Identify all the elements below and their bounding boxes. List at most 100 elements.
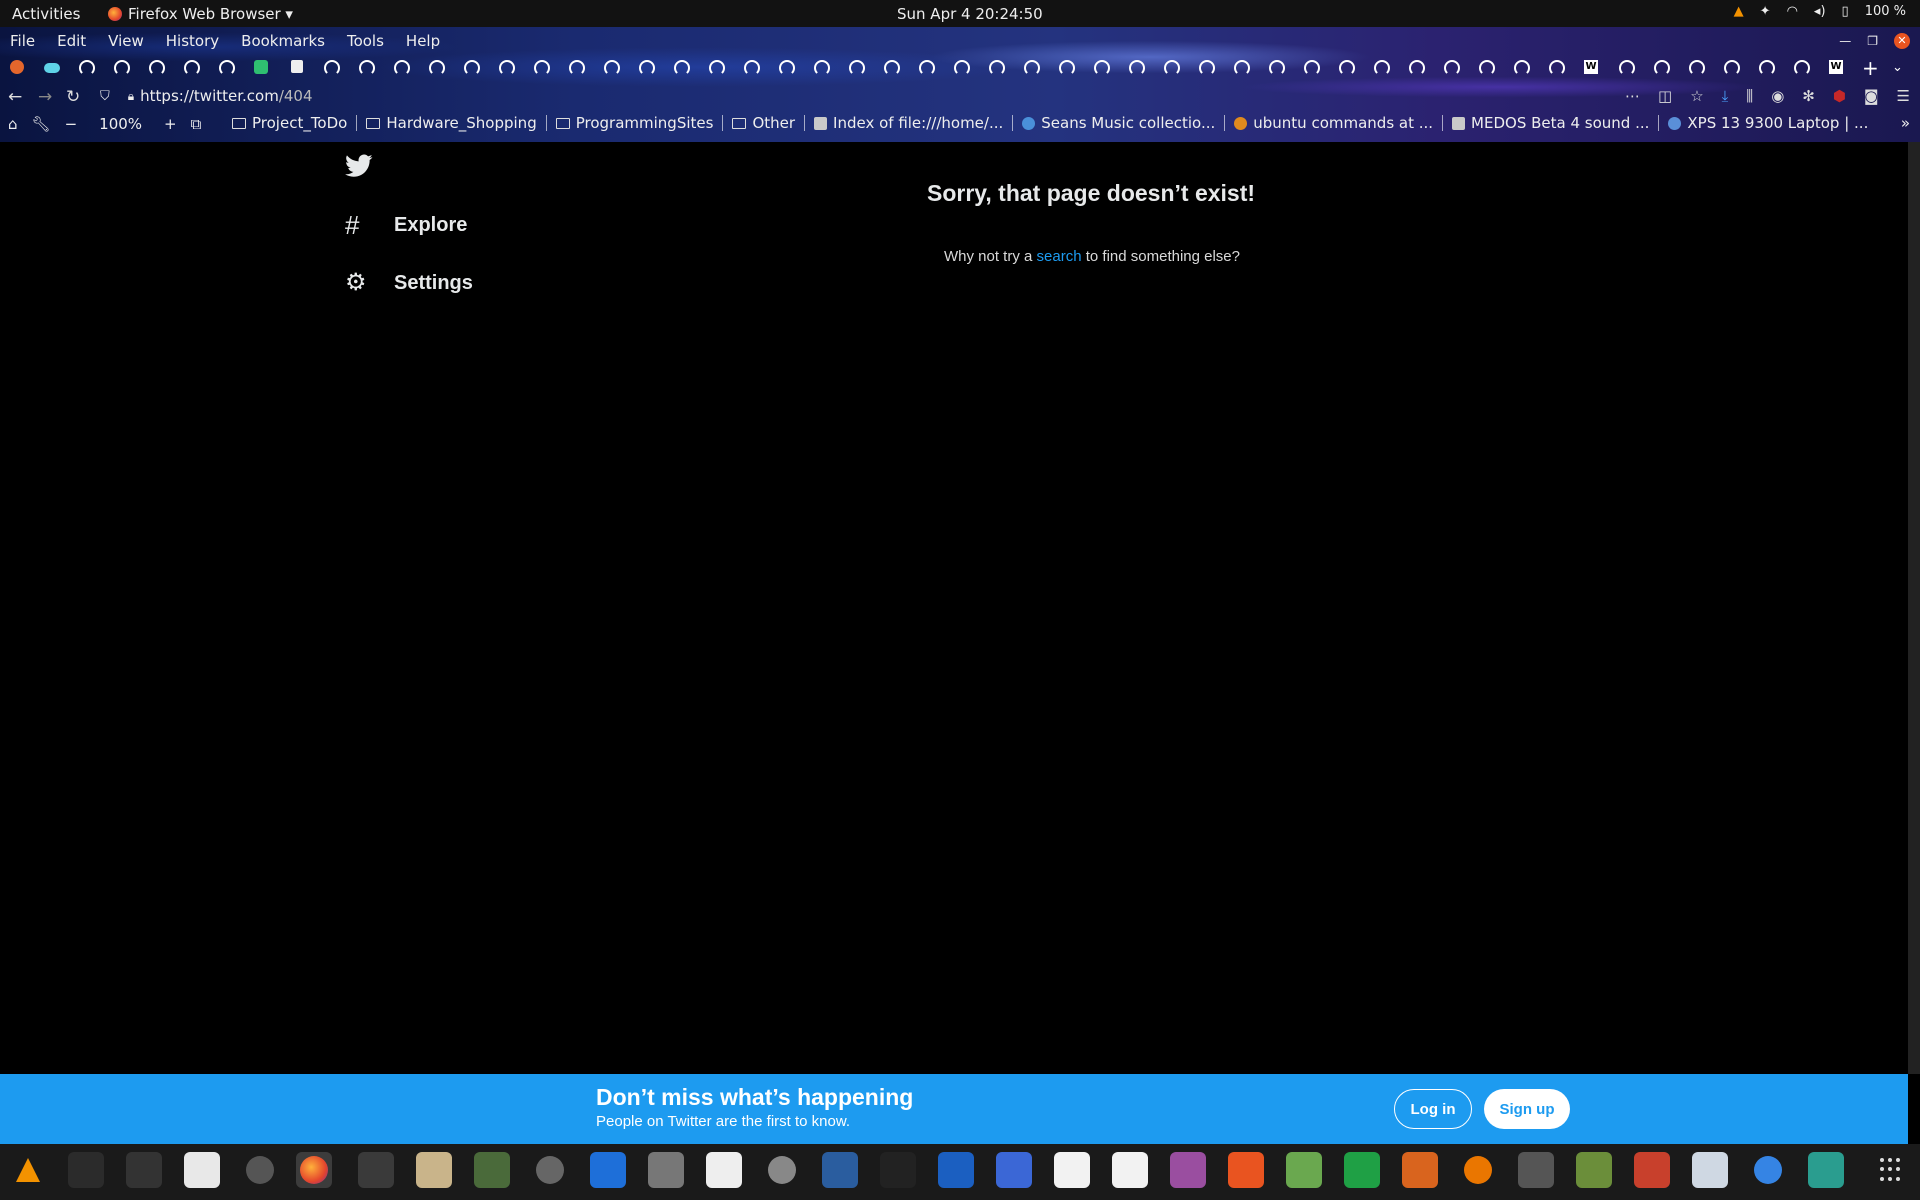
- tab-github[interactable]: [359, 60, 377, 78]
- ubuntu-software-app[interactable]: [1228, 1152, 1264, 1188]
- tab-github[interactable]: [919, 60, 937, 78]
- menu-file[interactable]: File: [10, 32, 35, 50]
- page-actions-icon[interactable]: ⋯: [1625, 87, 1640, 105]
- typora-app[interactable]: [1112, 1152, 1148, 1188]
- tab-github[interactable]: [1129, 60, 1147, 78]
- tab-cloud[interactable]: [44, 60, 62, 78]
- extension-icon[interactable]: ✻: [1802, 87, 1815, 105]
- inkscape-app[interactable]: [880, 1152, 916, 1188]
- tab-github[interactable]: [1444, 60, 1462, 78]
- screenshot-icon[interactable]: ⧉: [191, 115, 202, 133]
- tab-shield[interactable]: [254, 60, 272, 78]
- sidebar-item-explore[interactable]: # Explore: [345, 212, 467, 238]
- bookmark-item[interactable]: XPS 13 9300 Laptop | ...: [1668, 114, 1877, 132]
- tab-github[interactable]: [1759, 60, 1777, 78]
- virtualbox-app[interactable]: [822, 1152, 858, 1188]
- terminal-app[interactable]: [68, 1152, 104, 1188]
- tweaks-app[interactable]: [1170, 1152, 1206, 1188]
- tab-github[interactable]: [1269, 60, 1287, 78]
- library-icon[interactable]: ⫼: [1746, 87, 1753, 105]
- writer-app[interactable]: [590, 1152, 626, 1188]
- tab-github[interactable]: [709, 60, 727, 78]
- system-monitor-app[interactable]: [126, 1152, 162, 1188]
- maximize-button[interactable]: ❐: [1867, 34, 1878, 48]
- zoom-level[interactable]: 100%: [99, 115, 142, 133]
- tab-github[interactable]: [464, 60, 482, 78]
- tab-list-button[interactable]: ⌄: [1892, 58, 1912, 78]
- bookmark-item[interactable]: ProgrammingSites: [555, 114, 724, 132]
- bookmark-star-icon[interactable]: ☆: [1690, 87, 1703, 105]
- clock-app[interactable]: [242, 1152, 278, 1188]
- tab-github[interactable]: [1514, 60, 1532, 78]
- accessibility-icon[interactable]: ✦: [1760, 4, 1771, 19]
- menu-help[interactable]: Help: [406, 32, 440, 50]
- tab-github[interactable]: [219, 60, 237, 78]
- tab-github[interactable]: [1374, 60, 1392, 78]
- blender-app[interactable]: [1460, 1152, 1496, 1188]
- image-editor-app[interactable]: [1286, 1152, 1322, 1188]
- app-menu[interactable]: Firefox Web Browser ▾: [108, 5, 293, 23]
- gimp-app[interactable]: [1518, 1152, 1554, 1188]
- menu-view[interactable]: View: [108, 32, 144, 50]
- image-viewer-app[interactable]: [648, 1152, 684, 1188]
- settings-app[interactable]: [532, 1152, 568, 1188]
- tab-github[interactable]: [884, 60, 902, 78]
- tab-github[interactable]: [79, 60, 97, 78]
- clock[interactable]: Sun Apr 4 20:24:50: [897, 5, 1043, 23]
- tab-github[interactable]: [1234, 60, 1252, 78]
- photo-app[interactable]: [1692, 1152, 1728, 1188]
- tab-github[interactable]: [1164, 60, 1182, 78]
- downloads-icon[interactable]: ⤓: [1722, 87, 1729, 105]
- tab-github[interactable]: [1549, 60, 1567, 78]
- bookmark-item[interactable]: Other: [732, 114, 806, 132]
- vlc-app[interactable]: [10, 1152, 46, 1188]
- tab-github[interactable]: [989, 60, 1007, 78]
- tab-github[interactable]: [499, 60, 517, 78]
- zoom-in-button[interactable]: +: [164, 115, 177, 133]
- menu-bookmarks[interactable]: Bookmarks: [241, 32, 325, 50]
- tab-github[interactable]: [1024, 60, 1042, 78]
- tab-firefox[interactable]: [10, 60, 28, 78]
- hamburger-menu-icon[interactable]: ☰: [1897, 87, 1910, 105]
- bookmark-item[interactable]: MEDOS Beta 4 sound ...: [1452, 114, 1660, 132]
- home-icon[interactable]: ⌂: [8, 115, 18, 133]
- screenshot-app[interactable]: [996, 1152, 1032, 1188]
- audio-app[interactable]: [706, 1152, 742, 1188]
- forward-button[interactable]: →: [38, 87, 52, 107]
- system-tray[interactable]: ▲ ✦ ◠ ◂) ▯ 100 %: [1734, 4, 1906, 19]
- tab-github[interactable]: [324, 60, 342, 78]
- puzzle-app[interactable]: [474, 1152, 510, 1188]
- back-button[interactable]: ←: [8, 87, 22, 107]
- minecraft-app[interactable]: [1576, 1152, 1612, 1188]
- tab-github[interactable]: [954, 60, 972, 78]
- tab-lock[interactable]: [289, 60, 307, 78]
- activities-button[interactable]: Activities: [12, 5, 80, 23]
- audacity-app[interactable]: [938, 1152, 974, 1188]
- bookmark-item[interactable]: Project_ToDo: [232, 114, 358, 132]
- calendar-app[interactable]: [1808, 1152, 1844, 1188]
- tab-github[interactable]: [1724, 60, 1742, 78]
- menu-history[interactable]: History: [166, 32, 219, 50]
- tab-github[interactable]: [639, 60, 657, 78]
- url-bar[interactable]: ⛉ 🔒︎ https://twitter.com/404: [100, 87, 313, 105]
- tab-github[interactable]: [604, 60, 622, 78]
- vlc-tray-icon[interactable]: ▲: [1734, 4, 1744, 19]
- tab-github[interactable]: [1479, 60, 1497, 78]
- impress-app[interactable]: [1402, 1152, 1438, 1188]
- menu-edit[interactable]: Edit: [57, 32, 86, 50]
- tab-github[interactable]: [744, 60, 762, 78]
- tab-github[interactable]: [1794, 60, 1812, 78]
- bookmark-item[interactable]: Seans Music collectio...: [1022, 114, 1226, 132]
- tab-github[interactable]: [429, 60, 447, 78]
- tab-github[interactable]: [394, 60, 412, 78]
- account-icon[interactable]: ◉: [1771, 87, 1784, 105]
- tab-github[interactable]: [779, 60, 797, 78]
- search-link[interactable]: search: [1037, 248, 1082, 265]
- show-applications-icon[interactable]: [1880, 1158, 1904, 1182]
- pocket-icon[interactable]: ◫: [1658, 87, 1672, 105]
- zoom-out-button[interactable]: −: [65, 115, 78, 133]
- tab-github[interactable]: [1619, 60, 1637, 78]
- signup-button[interactable]: Sign up: [1484, 1089, 1570, 1129]
- tab-github[interactable]: [1654, 60, 1672, 78]
- tab-github[interactable]: [849, 60, 867, 78]
